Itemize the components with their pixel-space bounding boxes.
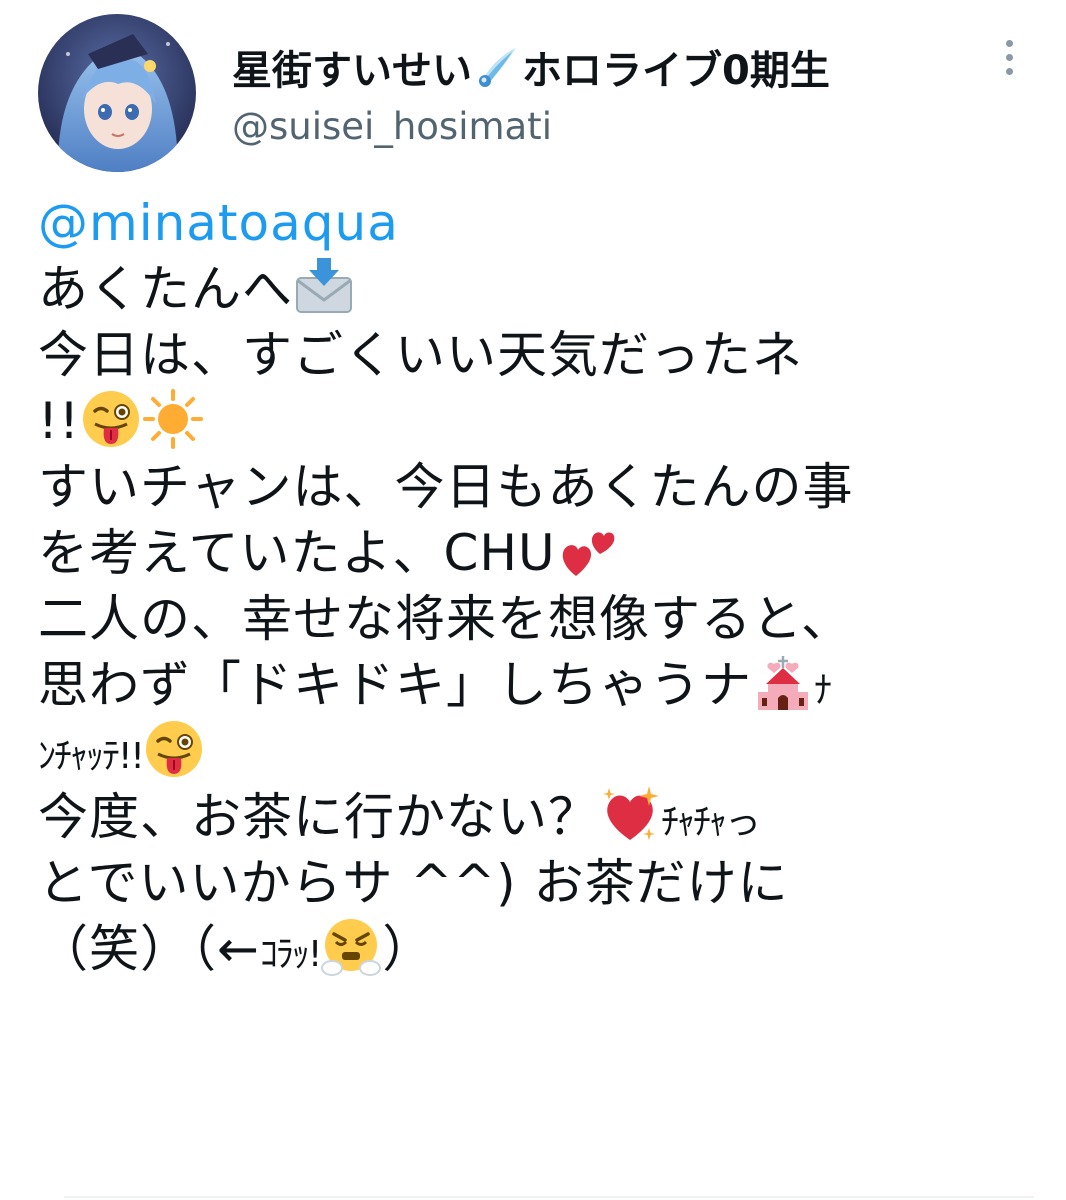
text-segment: を考えていたよ、CHU — [38, 524, 556, 582]
tweet-text: @minatoaqua あくたんへ 今日は、すごくいい天気だったネ !! すいチ… — [38, 190, 1048, 982]
sun-emoji — [143, 389, 204, 449]
user-handle[interactable]: @suisei_hosimati — [232, 105, 552, 148]
text-segment: 今度、お茶に行かない？ — [38, 788, 599, 846]
incoming-envelope-emoji — [296, 258, 352, 313]
avatar-image — [38, 14, 196, 172]
text-segment: ｺﾗｯ! — [259, 934, 322, 975]
tweet-line: 今度、お茶に行かない？ ﾁｬﾁｬっ — [38, 784, 1048, 850]
comet-icon — [479, 48, 516, 87]
winking-face-tongue-emoji — [83, 391, 140, 447]
tweet[interactable]: 星街すいせい ホロライブ0期生 @suisei_hosimati @minato… — [0, 0, 1066, 1200]
avatar[interactable] — [38, 14, 196, 172]
text-segment: ﾝﾁｬｯﾃ!! — [38, 736, 145, 777]
two-hearts-emoji — [562, 532, 614, 576]
text-segment: 思わず「ドキドキ」しちゃうナ — [38, 656, 752, 714]
display-name-part1: 星街すいせい — [232, 48, 472, 94]
text-segment: ） — [382, 920, 434, 978]
tweet-line: 二人の、幸せな将来を想像すると、 — [38, 590, 852, 648]
more-options-icon[interactable] — [994, 40, 1024, 84]
text-segment: ﾅ — [814, 670, 832, 711]
text-segment: あくたんへ — [38, 260, 293, 318]
tweet-line: 思わず「ドキドキ」しちゃうナ ﾅ — [38, 652, 1048, 718]
face-with-steam-emoji — [321, 919, 382, 976]
mention-link[interactable]: @minatoaqua — [38, 194, 399, 252]
tweet-line: とでいいからサ ^^) お茶だけに — [38, 854, 789, 912]
text-segment: !! — [38, 392, 81, 450]
display-name[interactable]: 星街すいせい ホロライブ0期生 — [232, 38, 830, 96]
sparkling-heart-emoji — [603, 786, 659, 840]
display-name-part2: ホロライブ0期生 — [522, 48, 830, 94]
tweet-line: ﾝﾁｬｯﾃ!! — [38, 718, 1048, 784]
tweet-line: あくたんへ — [38, 256, 1048, 322]
tweet-line: !! — [38, 388, 1048, 454]
wedding-chapel-emoji — [758, 656, 808, 710]
tweet-line: @minatoaqua — [38, 190, 1048, 256]
tweet-line: 今日は、すごくいい天気だったネ — [38, 326, 803, 384]
tweet-line: すいチャンは、今日もあくたんの事 — [38, 458, 854, 516]
divider — [64, 1196, 1034, 1198]
text-segment: （笑）（← — [38, 920, 260, 978]
tweet-line: （笑）（←ｺﾗｯ! ） — [38, 916, 1048, 982]
tweet-line: を考えていたよ、CHU — [38, 520, 1048, 586]
winking-face-tongue-emoji — [145, 721, 202, 777]
text-segment: ﾁｬﾁｬっ — [661, 802, 761, 843]
